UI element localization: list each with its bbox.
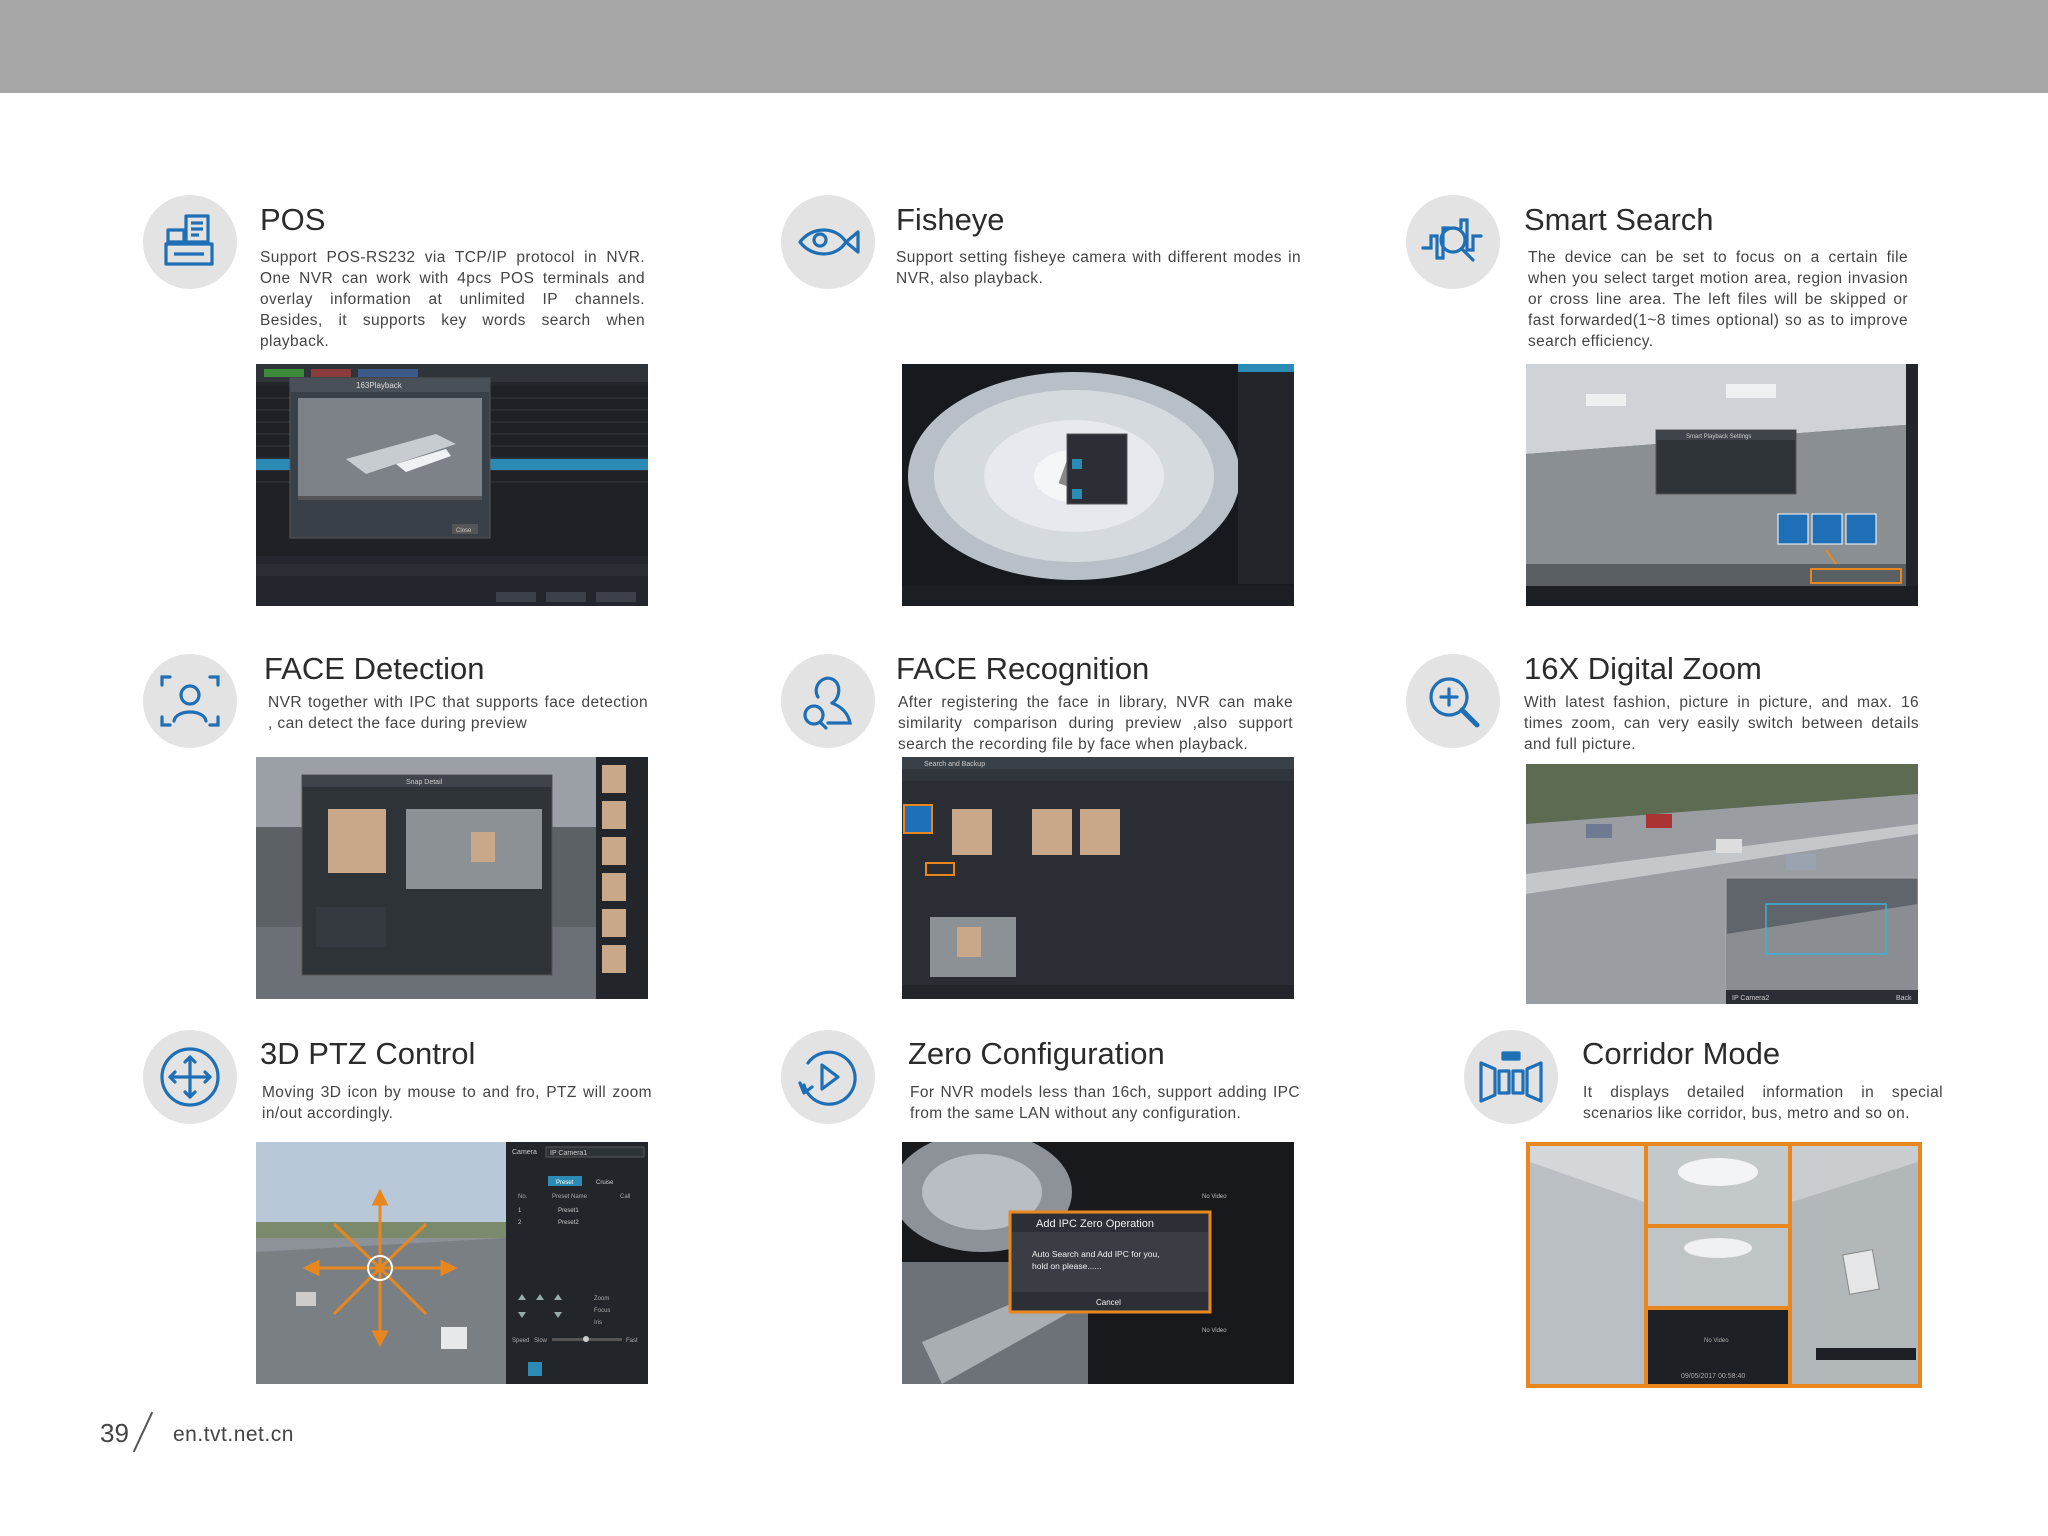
zero-config-icon [781, 1030, 875, 1124]
corridor-icon [1464, 1030, 1558, 1124]
pos-close-button: Close [456, 528, 472, 534]
col-call: Call [620, 1194, 630, 1200]
pos-screenshot: 163Playback Close [256, 364, 648, 606]
col-no: No. [518, 1194, 528, 1200]
ptz-focus-label: Focus [594, 1308, 610, 1314]
feature-title: Fisheye [896, 202, 1005, 237]
feature-title: Zero Configuration [908, 1036, 1165, 1071]
feature-description: After registering the face in library, N… [898, 694, 1293, 753]
top-banner [0, 0, 2048, 93]
feature-title: Smart Search [1524, 202, 1714, 237]
smart-search-icon [1406, 195, 1500, 289]
ptz-screenshot: Camera IP Camera1 Preset Cruise No. Pres… [256, 1142, 648, 1384]
fisheye-screenshot [902, 364, 1294, 606]
zero-dialog-text: Auto Search and Add IPC for you, [1032, 1249, 1160, 1259]
face-detection-screenshot: Snap Detail [256, 757, 648, 999]
fisheye-icon [781, 195, 875, 289]
footer-divider [132, 1411, 154, 1453]
corridor-screenshot: No Video 09/05/2017 00:58:40 [1526, 1142, 1922, 1388]
ptz-move-icon [143, 1030, 237, 1124]
no-video-label: No Video [1202, 1328, 1227, 1334]
face-detection-icon [143, 654, 237, 748]
face-recog-header: Search and Backup [924, 761, 985, 768]
zero-config-screenshot: No Video No Video Add IPC Zero Operation… [902, 1142, 1294, 1384]
ptz-speed-label: Speed [512, 1338, 529, 1344]
corridor-timestamp: 09/05/2017 00:58:40 [1681, 1373, 1745, 1380]
corridor-no-video: No Video [1704, 1338, 1729, 1344]
tab-cruise[interactable]: Cruise [596, 1180, 614, 1186]
feature-title: POS [260, 202, 326, 237]
feature-description: For NVR models less than 16ch, support a… [910, 1084, 1300, 1122]
feature-description: Support setting fisheye camera with diff… [896, 249, 1301, 287]
feature-title: 3D PTZ Control [260, 1036, 476, 1071]
feature-description: The device can be set to focus on a cert… [1528, 249, 1908, 350]
feature-description: NVR together with IPC that supports face… [268, 694, 648, 732]
tab-preset[interactable]: Preset [556, 1180, 574, 1186]
ptz-iris-label: Iris [594, 1320, 602, 1326]
face-dialog-title: Snap Detail [406, 779, 443, 786]
col-preset-name: Preset Name [552, 1194, 588, 1200]
preset-row[interactable]: Preset2 [558, 1220, 579, 1226]
feature-description: Moving 3D icon by mouse to and fro, PTZ … [262, 1084, 652, 1122]
feature-description: With latest fashion, picture in picture,… [1524, 694, 1919, 753]
zero-cancel-button[interactable]: Cancel [1096, 1298, 1121, 1307]
digital-zoom-screenshot: IP Camera2 Back [1526, 764, 1918, 1004]
face-recognition-icon [781, 654, 875, 748]
ptz-zoom-label: Zoom [594, 1296, 609, 1302]
feature-description: Support POS-RS232 via TCP/IP protocol in… [260, 249, 645, 350]
feature-title: Corridor Mode [1582, 1036, 1781, 1071]
zero-dialog-title: Add IPC Zero Operation [1036, 1218, 1154, 1230]
face-recognition-screenshot: Search and Backup [902, 757, 1294, 999]
ptz-speed-fast: Fast [626, 1338, 638, 1344]
smart-search-screenshot: Smart Playback Settings [1526, 364, 1918, 606]
zoom-camera-label: IP Camera2 [1732, 995, 1769, 1002]
ptz-camera-label: Camera [512, 1149, 537, 1156]
feature-title: FACE Recognition [896, 651, 1150, 686]
feature-title: 16X Digital Zoom [1524, 651, 1762, 686]
no-video-label: No Video [1202, 1194, 1227, 1200]
zoom-back-button: Back [1896, 995, 1912, 1002]
smart-dialog-title: Smart Playback Settings [1686, 434, 1751, 440]
pos-dialog-title: 163Playback [356, 381, 403, 390]
ptz-speed-slow: Slow [534, 1338, 548, 1344]
zero-dialog-text: hold on please...... [1032, 1261, 1101, 1271]
page-number: 39 [100, 1418, 129, 1448]
zoom-in-icon [1406, 654, 1500, 748]
preset-row[interactable]: Preset1 [558, 1208, 579, 1214]
feature-title: FACE Detection [264, 651, 485, 686]
feature-description: It displays detailed information in spec… [1583, 1084, 1943, 1122]
footer-url[interactable]: en.tvt.net.cn [173, 1423, 294, 1447]
pos-terminal-icon [143, 195, 237, 289]
ptz-camera-select[interactable]: IP Camera1 [550, 1150, 587, 1157]
